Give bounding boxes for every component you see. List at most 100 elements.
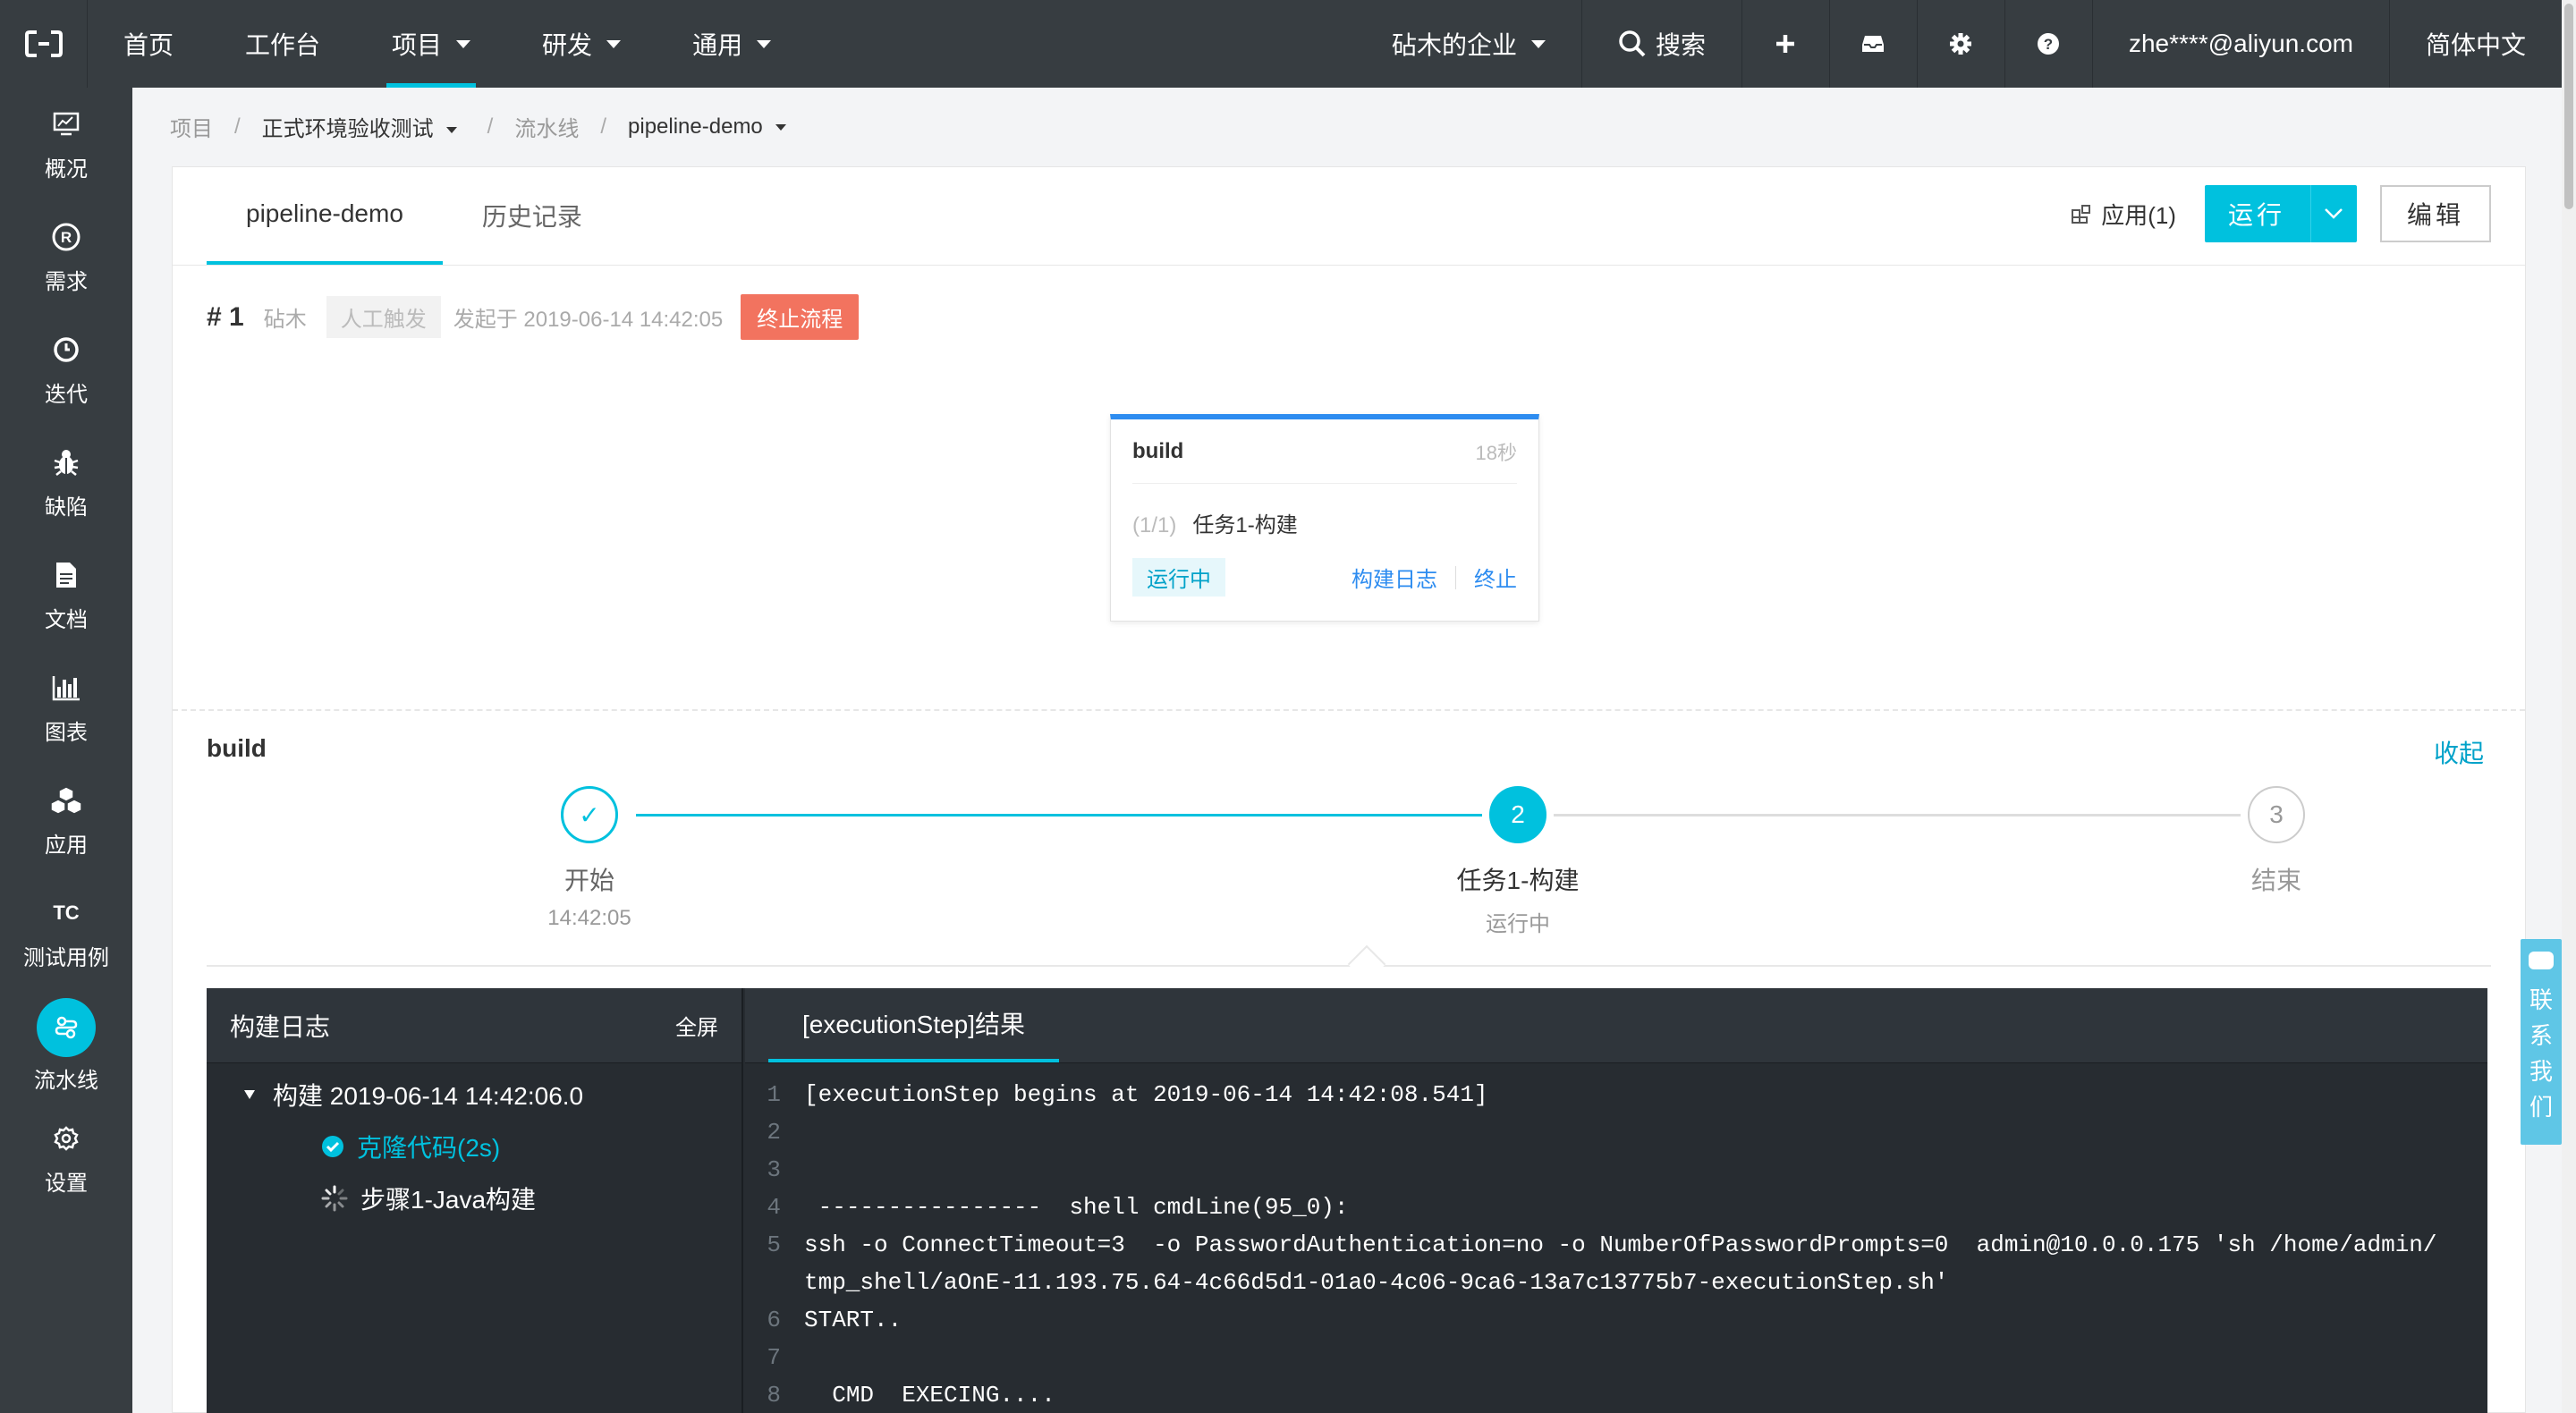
user-menu[interactable]: zhe****@aliyun.com: [2091, 0, 2389, 88]
section-divider: [173, 709, 2525, 711]
stage-duration: 18秒: [1475, 441, 1517, 464]
run-started: 发起于 2019-06-14 14:42:05: [453, 308, 724, 332]
sidebar-item-2[interactable]: 迭代: [0, 313, 132, 426]
nav-item-1[interactable]: 工作台: [209, 0, 356, 88]
sidebar-item-0[interactable]: 概况: [0, 88, 132, 200]
breadcrumb-separator: /: [600, 114, 607, 139]
search-button[interactable]: 搜索: [1580, 0, 1741, 88]
run-dropdown-button[interactable]: [2309, 185, 2357, 242]
nav-item-label: 通用: [692, 31, 743, 59]
chevron-down-icon: [775, 123, 786, 131]
settings-button[interactable]: [1916, 0, 2004, 88]
breadcrumb: 项目 / 正式环境验收测试 / 流水线 / pipeline-demo: [170, 111, 786, 142]
edit-button[interactable]: 编辑: [2379, 185, 2491, 242]
breadcrumb-project-root[interactable]: 项目: [170, 111, 213, 142]
sidebar-item-1[interactable]: R 需求: [0, 200, 132, 313]
sidebar-item-4[interactable]: 文档: [0, 538, 132, 651]
task-name: 任务1-构建: [1192, 513, 1298, 537]
step-connector: [636, 814, 1482, 816]
step-status: 运行中: [1486, 912, 1550, 936]
sidebar-item-5[interactable]: 图表: [0, 651, 132, 764]
log-step-java-build[interactable]: 步骤1-Java构建: [207, 1172, 741, 1224]
stage-links: 构建日志 终止: [1352, 562, 1517, 593]
log-line-text: [executionStep begins at 2019-06-14 14:4…: [804, 1081, 1488, 1108]
chevron-down-icon: [2325, 208, 2343, 219]
fullscreen-button[interactable]: 全屏: [675, 1010, 718, 1041]
page-scrollbar[interactable]: [2562, 0, 2576, 1413]
log-line-text: ---------------- shell cmdLine(95_0):: [804, 1194, 1349, 1221]
stage-card: build 18秒 (1/1) 任务1-构建 运行中 构建日志 终止: [1110, 414, 1539, 622]
sidebar-item-label: 流水线: [34, 1068, 98, 1093]
add-button[interactable]: [1741, 0, 1829, 88]
stage-header: build 18秒: [1132, 419, 1517, 484]
chevron-down-icon: [757, 39, 772, 48]
run-button[interactable]: 运行: [2205, 196, 2310, 232]
log-tree-panel: 构建日志 全屏 构建 2019-06-14 14:42:06.0 克隆代码(2s…: [207, 988, 743, 1413]
chevron-down-icon: [456, 39, 471, 48]
run-user: 砧木: [263, 308, 307, 332]
stage-title: build: [1132, 438, 1184, 463]
chat-icon: [2529, 952, 2554, 969]
logo-icon[interactable]: [0, 0, 88, 88]
breadcrumb-pipeline[interactable]: pipeline-demo: [628, 114, 786, 140]
tab-execution-step-result[interactable]: [executionStep]结果: [768, 987, 1060, 1062]
log-tree-root[interactable]: 构建 2019-06-14 14:42:06.0: [207, 1069, 741, 1121]
nav-item-4[interactable]: 通用: [657, 0, 807, 88]
tab-bar: pipeline-demo 历史记录 应用(1) 运行 编辑: [173, 167, 2525, 266]
log-line: 2: [745, 1113, 2487, 1151]
sidebar-item-6[interactable]: 应用: [0, 764, 132, 876]
sidebar-item-9[interactable]: 设置: [0, 1102, 132, 1214]
sidebar-item-8[interactable]: 流水线: [0, 989, 132, 1102]
sidebar-item-label: 应用: [45, 833, 88, 858]
contact-us-char: 我: [2529, 1058, 2553, 1085]
enterprise-switcher[interactable]: 砧木的企业: [1356, 0, 1581, 88]
sidebar-item-label: 缺陷: [45, 495, 88, 520]
search-label: 搜索: [1655, 31, 1706, 59]
build-section-title: build: [207, 734, 267, 762]
step-number: 2: [1489, 786, 1546, 843]
sidebar-item-label: 迭代: [45, 382, 88, 407]
sidebar-item-7[interactable]: TC 测试用例: [0, 876, 132, 989]
nav-item-label: 项目: [392, 31, 443, 59]
step-task: 2 任务1-构建 运行中: [1384, 786, 1652, 937]
log-tree: 构建 2019-06-14 14:42:06.0 克隆代码(2s) 步骤1-Ja…: [207, 1069, 741, 1224]
stop-pipeline-button[interactable]: 终止流程: [741, 294, 860, 340]
breadcrumb-project[interactable]: 正式环境验收测试: [262, 111, 457, 142]
monitor-chart-icon: [48, 106, 84, 142]
clock-icon: [48, 332, 84, 368]
build-log-link[interactable]: 构建日志: [1352, 562, 1437, 593]
log-step-clone[interactable]: 克隆代码(2s): [207, 1121, 741, 1172]
breadcrumb-separator: /: [487, 114, 494, 139]
log-line-text: [804, 1113, 2450, 1151]
sidebar-item-3[interactable]: 缺陷: [0, 426, 132, 538]
step-label: 结束: [2250, 867, 2301, 894]
task-index: (1/1): [1132, 513, 1177, 537]
step-progress: ✓ 开始 14:42:05 2 任务1-构建 运行中 3 结束: [173, 786, 2525, 936]
stop-task-link[interactable]: 终止: [1474, 562, 1517, 593]
log-tree-root-label: 构建 2019-06-14 14:42:06.0: [273, 1082, 584, 1110]
apps-link[interactable]: 应用(1): [2071, 198, 2176, 231]
nav-item-3[interactable]: 研发: [506, 0, 657, 88]
log-output: 1 [executionStep begins at 2019-06-14 14:…: [745, 1063, 2487, 1413]
nav-item-0[interactable]: 首页: [88, 0, 209, 88]
log-line-number: 4: [767, 1194, 781, 1221]
sidebar-item-label: 需求: [45, 269, 88, 294]
tab-pipeline-demo[interactable]: pipeline-demo: [207, 166, 443, 265]
log-line-number: 5: [767, 1231, 781, 1258]
step-number: 3: [2248, 786, 2305, 843]
plus-icon: [1776, 35, 1795, 53]
help-button[interactable]: ?: [2004, 0, 2092, 88]
scrollbar-thumb[interactable]: [2564, 4, 2573, 209]
tab-history[interactable]: 历史记录: [443, 166, 622, 265]
breadcrumb-section[interactable]: 流水线: [514, 111, 579, 142]
sidebar-item-label: 图表: [45, 720, 88, 745]
inbox-button[interactable]: [1828, 0, 1917, 88]
bug-icon: [48, 444, 84, 480]
step-label: 任务1-构建: [1456, 867, 1580, 894]
stage-footer: 运行中 构建日志 终止: [1111, 538, 1538, 597]
nav-item-2[interactable]: 项目: [356, 0, 506, 88]
collapse-link[interactable]: 收起: [2434, 734, 2484, 770]
language-switcher[interactable]: 简体中文: [2388, 0, 2562, 88]
breadcrumb-separator: /: [234, 114, 241, 139]
contact-us-tab[interactable]: 联系我们: [2521, 939, 2562, 1145]
